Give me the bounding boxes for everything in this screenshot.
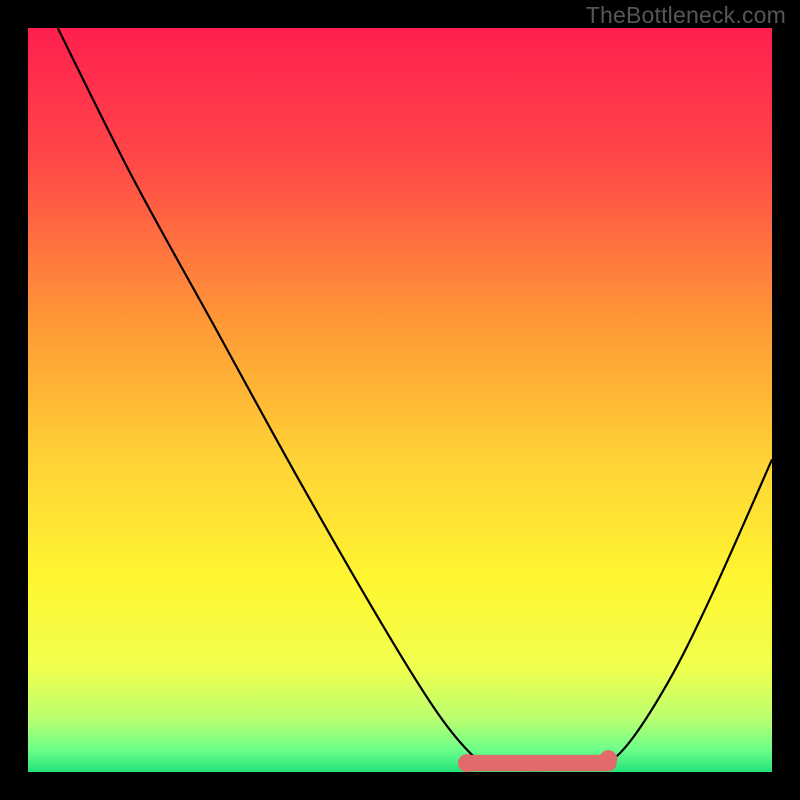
optimal-range-end-dot [599,750,617,768]
plot-area [28,28,772,772]
optimal-range-start-dot [458,754,476,772]
chart-svg [28,28,772,772]
gradient-background [28,28,772,772]
watermark-text: TheBottleneck.com [586,2,786,29]
chart-frame: TheBottleneck.com [0,0,800,800]
